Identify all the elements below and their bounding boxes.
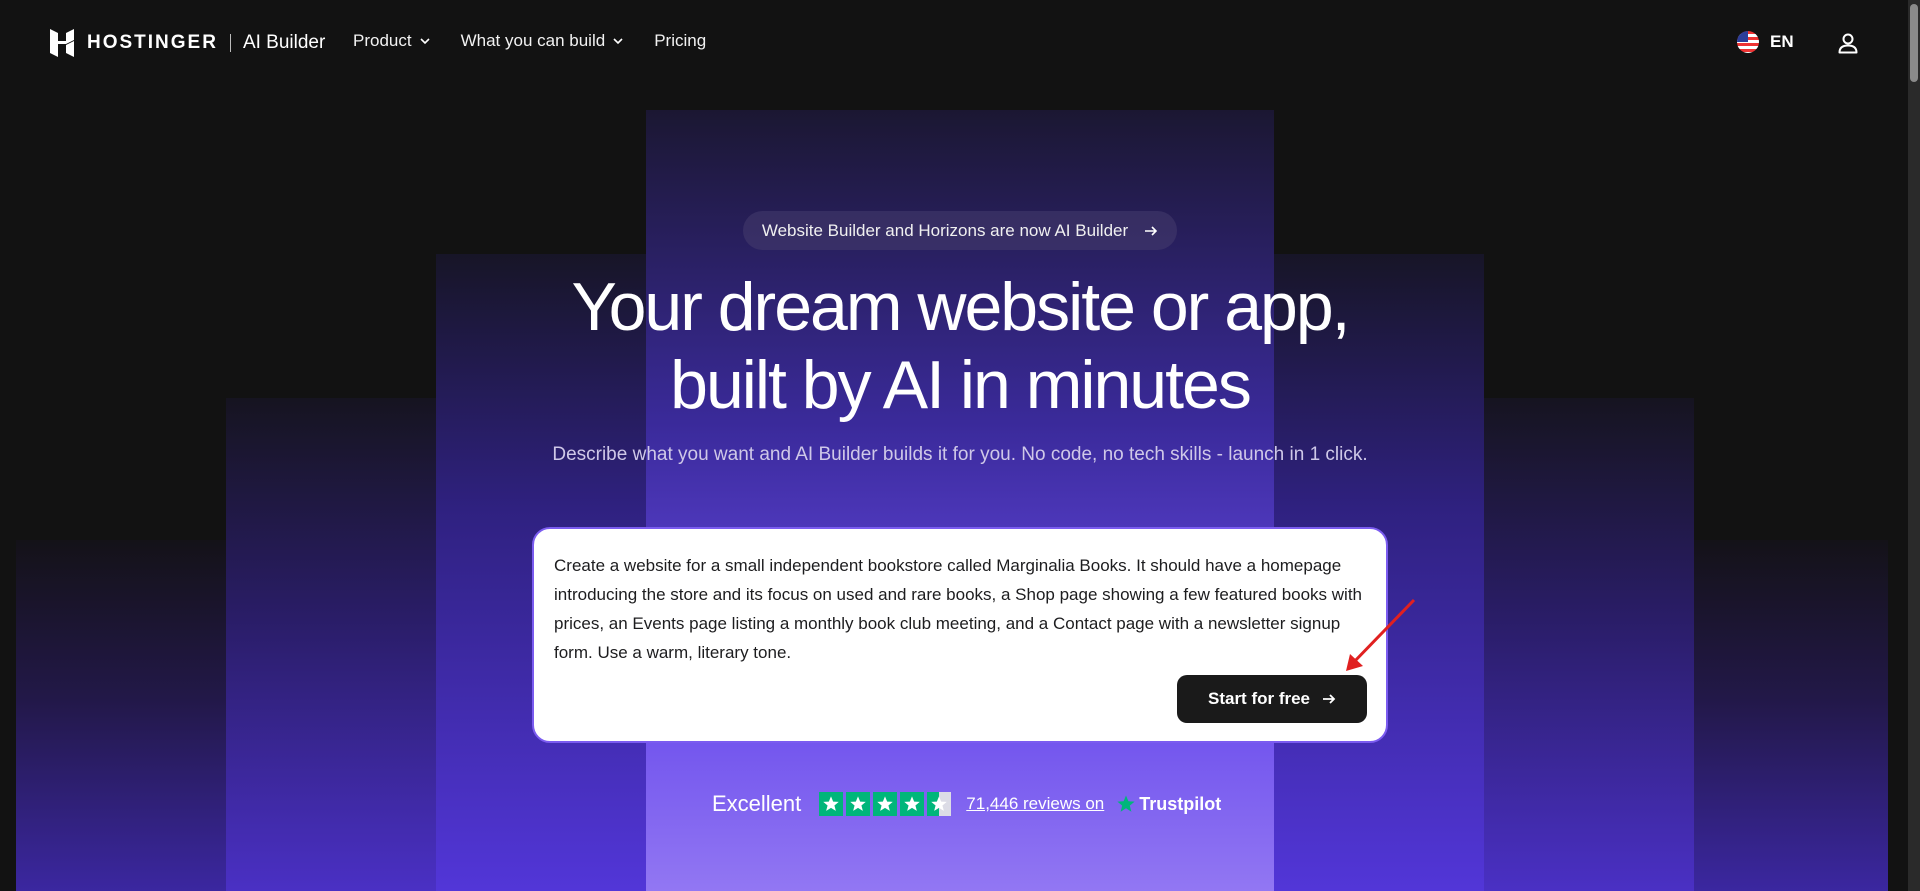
nav-product-label: Product [353, 31, 412, 50]
start-for-free-button[interactable]: Start for free [1177, 675, 1367, 723]
headline-line-2: built by AI in minutes [670, 347, 1252, 423]
half-star-icon [927, 792, 952, 816]
site-header: HOSTINGER AI Builder Product What you ca… [0, 0, 1908, 86]
chevron-down-icon [613, 38, 623, 45]
page-scrollbar[interactable] [1908, 0, 1920, 891]
star-icon [873, 792, 898, 816]
rating-word: Excellent [712, 791, 802, 816]
headline-line-1: Your dream website or app, [571, 269, 1350, 345]
hero-headline: Your dream website or app, built by AI i… [460, 268, 1460, 424]
trustpilot-rating: Excellent 71,446 reviews on Trustpilot [712, 790, 1221, 818]
announcement-badge[interactable]: Website Builder and Horizons are now AI … [743, 211, 1177, 250]
start-for-free-label: Start for free [1207, 689, 1311, 708]
reviews-link[interactable]: 71,446 reviews on [966, 794, 1104, 814]
prompt-input[interactable]: Create a website for a small independent… [554, 551, 1364, 667]
logo-wordmark: HOSTINGER [87, 32, 218, 53]
prompt-box: Create a website for a small independent… [532, 527, 1388, 743]
main-nav: Product What you can build Pricing [353, 31, 706, 51]
hostinger-logo[interactable]: HOSTINGER AI Builder [47, 28, 325, 58]
trustpilot-logo[interactable]: Trustpilot [1116, 794, 1221, 815]
announcement-badge-text: Website Builder and Horizons are now AI … [761, 220, 1129, 240]
us-flag-icon [1737, 31, 1759, 53]
trustpilot-label: Trustpilot [1139, 793, 1222, 814]
nav-what-you-can-build-label: What you can build [460, 31, 606, 50]
arrow-right-icon [1145, 225, 1158, 236]
language-label: EN [1770, 32, 1794, 51]
language-selector[interactable]: EN [1737, 31, 1794, 53]
star-icon [819, 792, 844, 816]
annotation-arrow-icon [1346, 598, 1416, 671]
logo-divider [229, 34, 231, 52]
hostinger-logo-icon [50, 29, 74, 57]
star-icon [846, 792, 871, 816]
scrollbar-thumb[interactable] [1910, 4, 1918, 82]
user-icon[interactable] [1836, 31, 1860, 55]
nav-pricing-label: Pricing [654, 31, 707, 50]
star-icon [900, 792, 925, 816]
nav-pricing[interactable]: Pricing [654, 31, 706, 51]
nav-what-you-can-build[interactable]: What you can build [461, 31, 625, 51]
trustpilot-star-icon [1117, 795, 1135, 812]
arrow-right-icon [1323, 694, 1336, 704]
chevron-down-icon [420, 38, 430, 45]
logo-product-name: AI Builder [242, 32, 326, 53]
hero-subline: Describe what you want and AI Builder bu… [552, 444, 1368, 465]
nav-product[interactable]: Product [353, 31, 431, 51]
rating-stars [819, 792, 952, 816]
